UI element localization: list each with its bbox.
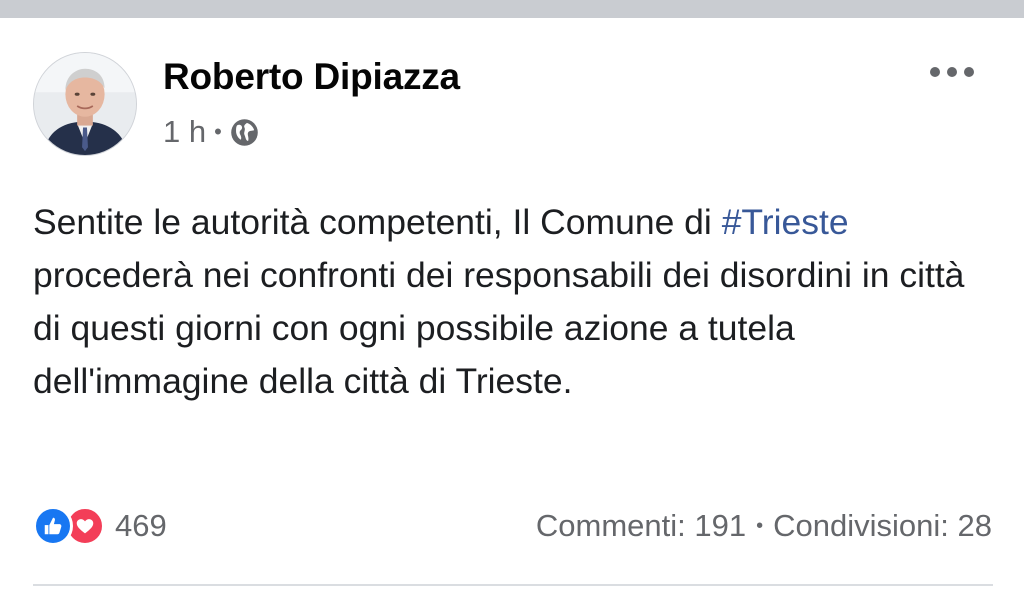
reaction-count: 469: [115, 508, 167, 543]
post-meta: 1 h •: [163, 114, 259, 150]
footer-divider: [33, 584, 993, 586]
hashtag-link[interactable]: #Trieste: [722, 202, 849, 242]
shares-count[interactable]: Condivisioni: 28: [773, 508, 992, 544]
avatar[interactable]: [33, 52, 137, 156]
top-divider-bar: [0, 0, 1024, 18]
stats-separator: •: [756, 514, 764, 537]
reactions-summary[interactable]: 469: [33, 504, 167, 548]
meta-separator: •: [214, 119, 222, 144]
post-card: Roberto Dipiazza 1 h • Sentite le autori…: [0, 18, 1024, 589]
post-message-part2: procederà nei confronti dei responsabili…: [33, 255, 965, 401]
post-time[interactable]: 1 h: [163, 114, 206, 150]
post-message: Sentite le autorità competenti, Il Comun…: [33, 196, 993, 408]
post-stats: Commenti: 191 • Condivisioni: 28: [536, 508, 992, 544]
comments-count[interactable]: Commenti: 191: [536, 508, 746, 544]
author-name[interactable]: Roberto Dipiazza: [163, 56, 460, 98]
like-icon: [33, 506, 73, 546]
globe-icon: [230, 118, 259, 147]
avatar-image: [34, 53, 136, 155]
post-message-part1: Sentite le autorità competenti, Il Comun…: [33, 202, 722, 242]
more-options-icon[interactable]: [930, 60, 974, 84]
